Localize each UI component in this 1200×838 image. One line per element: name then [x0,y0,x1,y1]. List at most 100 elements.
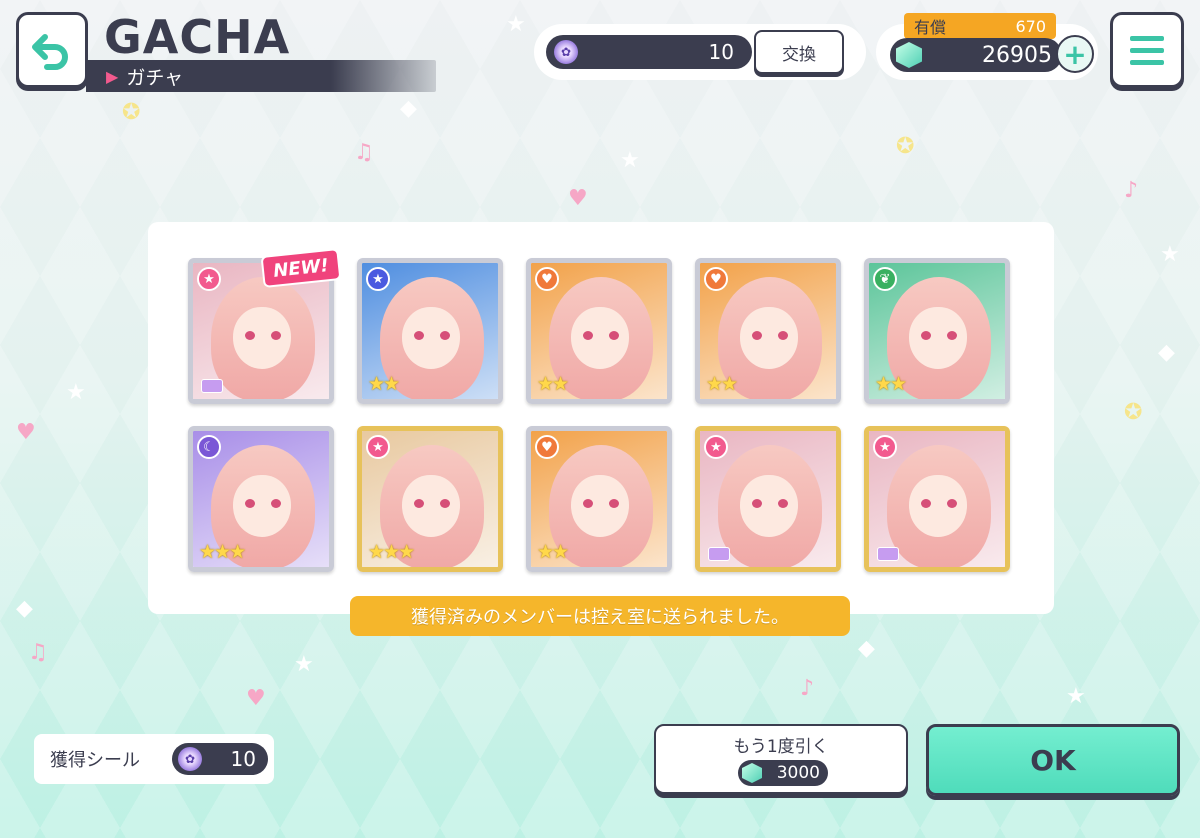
character-face [402,307,460,369]
rarity-stars: ★★ [875,373,907,395]
member-card[interactable]: ♥ ★★ [526,258,672,404]
attribute-heart-icon: ♥ [535,435,559,459]
star-badge-deco-icon: ✪ [896,134,915,159]
music-note-icon: ♫ [354,140,374,165]
page-title: GACHA [104,10,291,64]
character-eye [609,499,619,508]
character-eye [271,331,281,340]
character-eye [752,331,762,340]
character-face [571,307,629,369]
star-gem-icon [742,763,762,783]
star-deco-icon: ★ [1066,684,1086,709]
hamburger-icon [1130,47,1164,53]
triangle-icon: ▶ [106,67,119,86]
member-card[interactable]: ♥ ★★ [526,426,672,572]
character-eye [947,331,957,340]
page-title-block: GACHA ▶ ガチャ [86,10,436,94]
rarity-stars: ★★ [537,541,569,563]
character-eye [778,331,788,340]
rarity-stars: ★★ [706,373,738,395]
character-eye [921,331,931,340]
back-arrow-icon [32,34,68,70]
star-badge-deco-icon: ✪ [122,100,141,125]
ribbon-icon [201,379,223,393]
page-subtitle: ガチャ [126,67,184,89]
ok-button[interactable]: OK [926,724,1180,796]
member-card[interactable]: ★ [695,426,841,572]
rarity-stars: ★★ [368,373,400,395]
member-card[interactable]: ★ [864,426,1010,572]
diamond-deco-icon: ◆ [400,96,417,121]
character-eye [583,331,593,340]
attribute-star-icon: ★ [704,435,728,459]
draw-again-cost-value: 3000 [776,763,820,783]
member-card[interactable]: ❦ ★★ [864,258,1010,404]
diamond-deco-icon: ◆ [1158,340,1175,365]
attribute-sprout-icon: ❦ [873,267,897,291]
star-deco-icon: ★ [506,12,526,37]
diamond-deco-icon: ◆ [858,636,875,661]
character-eye [245,499,255,508]
paid-value: 670 [1015,16,1046,36]
member-card[interactable]: ★ ★★★ [357,426,503,572]
star-badge-deco-icon: ✪ [1124,400,1143,425]
character-face [909,307,967,369]
character-face [909,475,967,537]
star-deco-icon: ★ [294,652,314,677]
attribute-star-icon: ★ [873,435,897,459]
member-card[interactable]: ♥ ★★ [695,258,841,404]
ribbon-icon [877,547,899,561]
star-count: 26905 [982,42,1052,68]
star-gem-icon [896,42,922,68]
character-eye [440,499,450,508]
member-card[interactable]: ★ ★★ [357,258,503,404]
rarity-stars: ★★ [537,373,569,395]
add-stars-button[interactable]: + [1056,35,1094,73]
seal-icon: ✿ [554,40,578,64]
character-face [402,475,460,537]
exchange-button[interactable]: 交換 [754,30,844,74]
character-eye [609,331,619,340]
attribute-heart-icon: ♥ [535,267,559,291]
attribute-star-icon: ★ [366,435,390,459]
obtained-seals-bar: ✿ 10 [172,743,268,775]
character-face [233,475,291,537]
seal-count-bar: ✿ 10 [546,35,752,69]
character-eye [778,499,788,508]
character-face [233,307,291,369]
attribute-star-icon: ★ [366,267,390,291]
obtained-seals-box: 獲得シール ✿ 10 [34,734,274,784]
draw-again-cost: 3000 [738,760,828,786]
character-eye [245,331,255,340]
back-button[interactable] [16,12,88,88]
diamond-deco-icon: ◆ [16,596,33,621]
character-eye [752,499,762,508]
star-deco-icon: ★ [1160,242,1180,267]
draw-again-button[interactable]: もう1度引く 3000 [654,724,908,794]
ribbon-icon [708,547,730,561]
draw-again-label: もう1度引く [733,737,829,757]
menu-button[interactable] [1110,12,1184,88]
character-eye [583,499,593,508]
star-deco-icon: ★ [620,148,640,173]
subtitle-row: ▶ ガチャ [106,63,183,90]
seal-count: 10 [708,40,734,64]
character-eye [440,331,450,340]
star-deco-icon: ★ [66,380,86,405]
attribute-moon-icon: ☾ [197,435,221,459]
character-face [571,475,629,537]
character-eye [414,331,424,340]
star-count-bar: 26905 [890,38,1062,72]
hamburger-icon [1130,35,1164,41]
paid-label: 有償 [914,18,947,37]
result-notice: 獲得済みのメンバーは控え室に送られました。 [350,596,850,636]
character-eye [921,499,931,508]
heart-deco-icon: ♥ [246,686,266,711]
character-face [740,475,798,537]
member-card[interactable]: ☾ ★★★ [188,426,334,572]
obtained-seals-count: 10 [230,747,256,771]
seal-icon: ✿ [178,747,202,771]
music-note-icon: ♪ [800,676,815,701]
rarity-stars: ★★★ [368,541,415,563]
heart-deco-icon: ♥ [568,186,588,211]
